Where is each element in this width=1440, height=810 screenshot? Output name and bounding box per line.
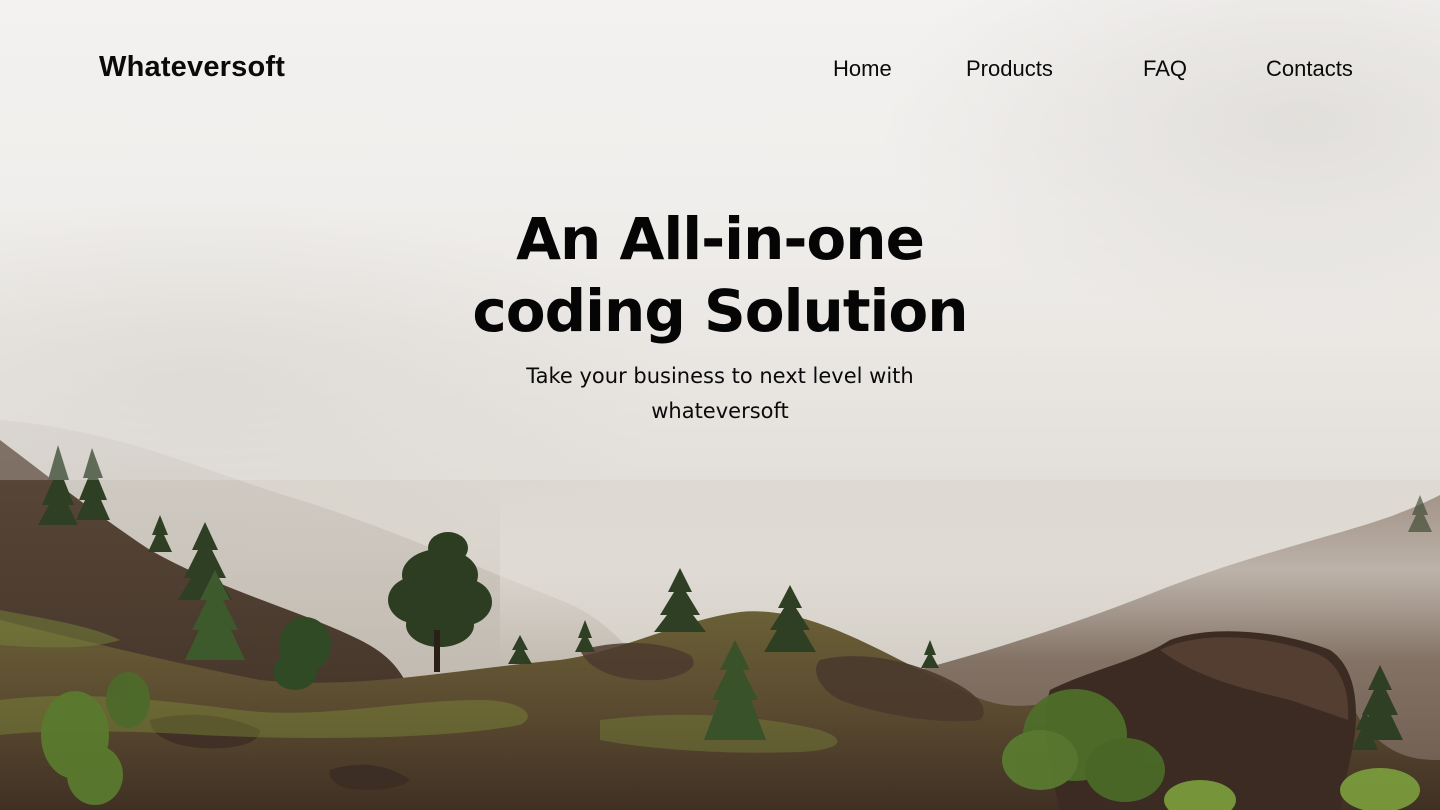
hero-section: An All-in-one coding Solution Take your … <box>420 203 1020 429</box>
hero-title: An All-in-one coding Solution <box>420 203 1020 347</box>
site-header: Whateversoft Home Products FAQ Contacts <box>0 0 1440 140</box>
hero-subtitle: Take your business to next level with wh… <box>526 364 914 423</box>
nav-contacts-link[interactable]: Contacts <box>1266 56 1353 82</box>
nav-products-link[interactable]: Products <box>966 56 1053 82</box>
hero-title-line-1: An All-in-one <box>516 205 925 273</box>
nav-home-link[interactable]: Home <box>833 56 892 82</box>
hero-title-line-2: coding Solution <box>472 277 968 345</box>
nav-faq-link[interactable]: FAQ <box>1143 56 1187 82</box>
main-nav: Home Products FAQ Contacts <box>0 56 1440 88</box>
